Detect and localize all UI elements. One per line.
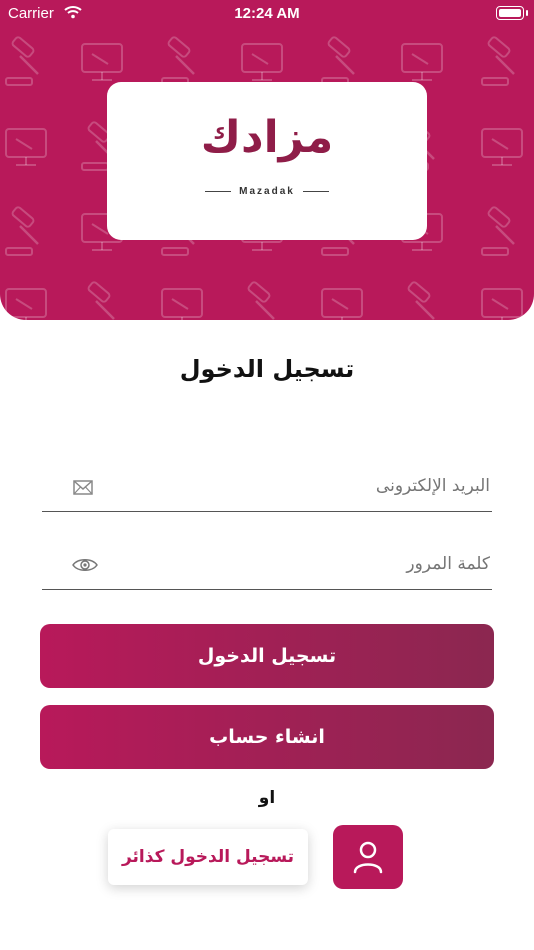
- status-time: 12:24 AM: [234, 5, 300, 22]
- register-button[interactable]: انشاء حساب: [40, 705, 494, 769]
- email-field-container: [42, 468, 492, 512]
- logo-arabic-text: مزادك: [200, 112, 334, 163]
- eye-icon[interactable]: [72, 556, 98, 574]
- logo-english-text: Mazadak: [239, 186, 295, 197]
- header-banner: Carrier 12:24 AM مزادك Mazadak: [0, 0, 534, 320]
- envelope-icon: [73, 480, 93, 495]
- email-input[interactable]: [130, 476, 490, 496]
- logo-subtitle: Mazadak: [107, 186, 427, 197]
- password-input[interactable]: [130, 554, 490, 574]
- page-title: تسجيل الدخول: [179, 355, 355, 383]
- battery-icon: [496, 6, 528, 20]
- logo-divider-right: [302, 190, 329, 193]
- status-bar: Carrier 12:24 AM: [0, 0, 534, 28]
- visitor-login-button[interactable]: تسجيل الدخول كذائر: [108, 829, 308, 885]
- user-login-button[interactable]: [333, 825, 403, 889]
- login-button[interactable]: تسجيل الدخول: [40, 624, 494, 688]
- password-field-container: [42, 546, 492, 590]
- user-icon: [353, 841, 383, 874]
- logo-card: مزادك Mazadak: [107, 82, 427, 240]
- logo-divider-left: [205, 190, 232, 193]
- or-separator: او: [258, 788, 276, 808]
